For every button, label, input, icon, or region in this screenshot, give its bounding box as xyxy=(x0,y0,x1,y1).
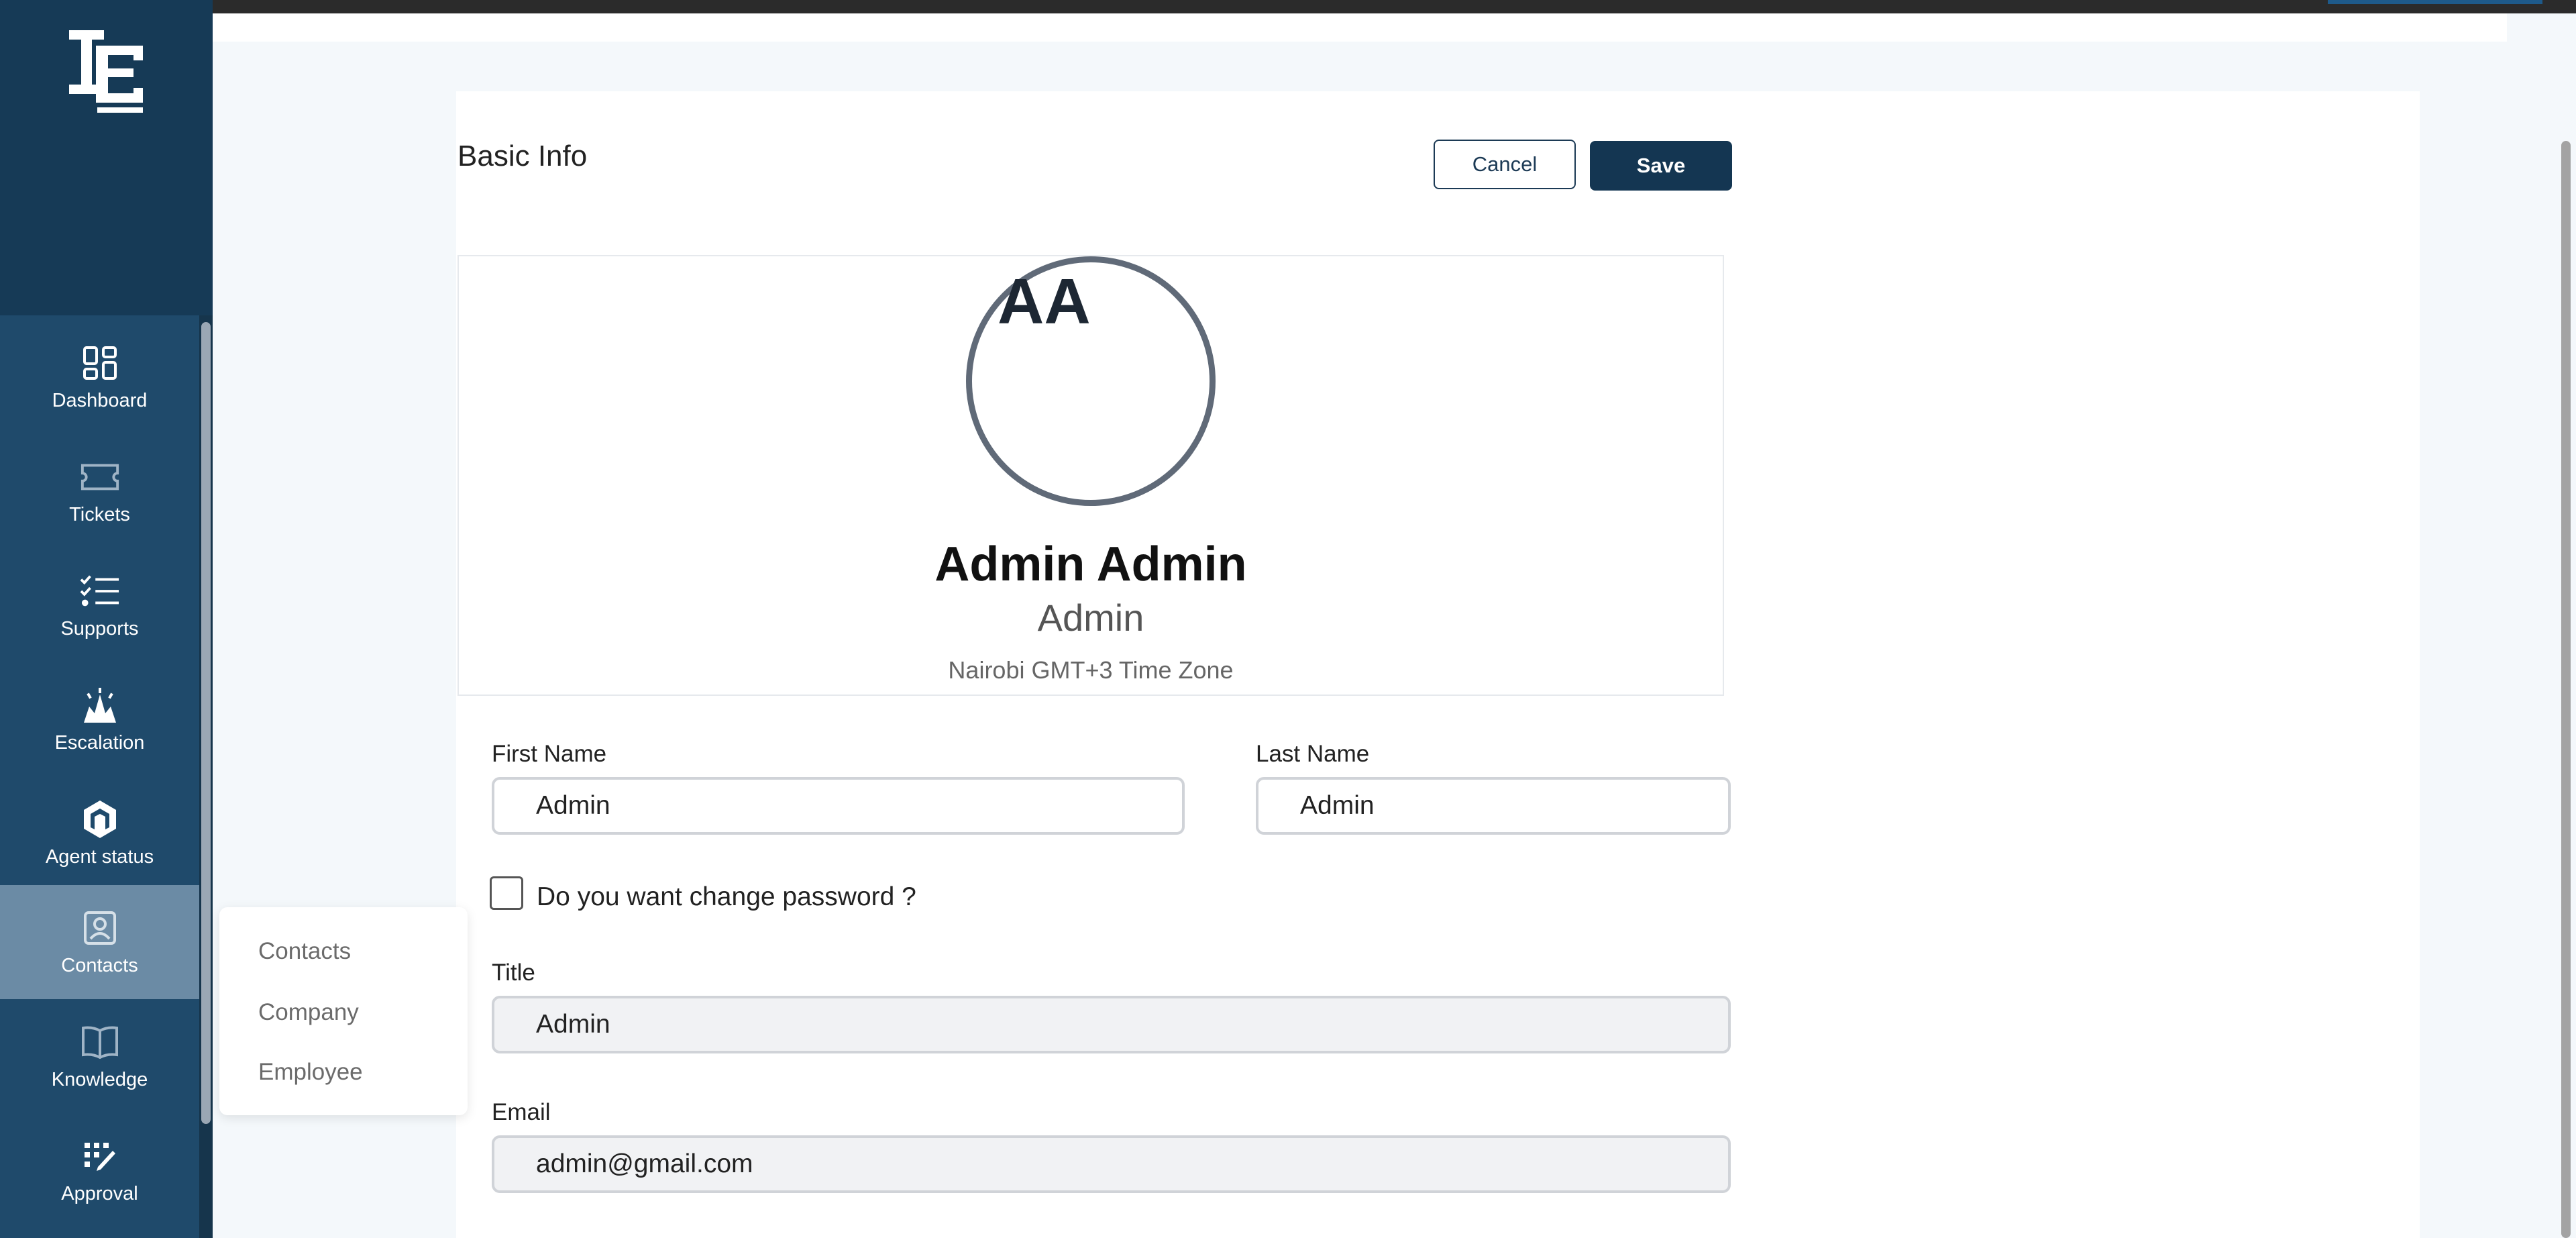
first-name-label: First Name xyxy=(492,741,607,767)
sidebar-item-supports[interactable]: Supports xyxy=(0,548,199,662)
last-name-label: Last Name xyxy=(1256,741,1370,767)
agent-status-icon xyxy=(80,799,120,839)
checklist-icon xyxy=(80,571,120,611)
title-label: Title xyxy=(492,960,535,986)
sidebar-item-label: Approval xyxy=(61,1182,138,1204)
sidebar-item-label: Escalation xyxy=(54,731,145,754)
sidebar-item-label: Tickets xyxy=(69,503,130,525)
page-header-strip xyxy=(213,13,2507,42)
book-icon xyxy=(80,1022,120,1062)
first-name-field[interactable]: Admin xyxy=(492,777,1185,835)
ticket-icon xyxy=(80,457,120,497)
sidebar-item-agent-status[interactable]: Agent status xyxy=(0,776,199,890)
contact-card-icon xyxy=(80,908,120,948)
sidebar-item-label: Dashboard xyxy=(52,389,148,411)
title-field[interactable]: Admin xyxy=(492,996,1731,1053)
sidebar-item-label: Contacts xyxy=(61,954,138,976)
sidebar-item-label: Knowledge xyxy=(51,1068,148,1090)
save-button[interactable]: Save xyxy=(1590,141,1732,191)
submenu-item-contacts[interactable]: Contacts xyxy=(258,938,351,965)
sidebar: Dashboard Tickets Supports Escalation Ag… xyxy=(0,0,213,1238)
top-accent-bar xyxy=(2328,0,2542,4)
cancel-button[interactable]: Cancel xyxy=(1434,140,1576,189)
sidebar-item-dashboard[interactable]: Dashboard xyxy=(0,320,199,434)
approval-icon xyxy=(80,1136,120,1176)
profile-name: Admin Admin xyxy=(934,537,1247,591)
submenu-item-company[interactable]: Company xyxy=(258,999,359,1026)
brand-logo xyxy=(69,30,143,113)
page-scrollbar[interactable] xyxy=(2561,141,2571,1238)
logo-area xyxy=(0,0,213,315)
sidebar-item-approval[interactable]: Approval xyxy=(0,1113,199,1227)
dashboard-grid-icon xyxy=(80,343,120,383)
email-label: Email xyxy=(492,1099,551,1125)
change-password-checkbox[interactable] xyxy=(490,876,523,910)
section-title: Basic Info xyxy=(458,140,588,172)
sidebar-item-label: Agent status xyxy=(45,845,154,868)
change-password-label: Do you want change password ? xyxy=(537,882,916,911)
email-field[interactable]: admin@gmail.com xyxy=(492,1135,1731,1193)
browser-top-bar xyxy=(0,0,2576,13)
avatar-initials: AA xyxy=(998,266,1091,338)
last-name-field[interactable]: Admin xyxy=(1256,777,1731,835)
sidebar-item-tickets[interactable]: Tickets xyxy=(0,434,199,548)
sidebar-item-escalation[interactable]: Escalation xyxy=(0,662,199,776)
sidebar-item-contacts[interactable]: Contacts xyxy=(0,885,199,999)
profile-timezone: Nairobi GMT+3 Time Zone xyxy=(948,656,1234,684)
sidebar-item-label: Supports xyxy=(60,617,139,639)
escalation-icon xyxy=(80,685,120,725)
submenu-item-employee[interactable]: Employee xyxy=(258,1059,363,1086)
sidebar-scrollbar[interactable] xyxy=(201,322,211,1124)
sidebar-item-knowledge[interactable]: Knowledge xyxy=(0,999,199,1113)
profile-role: Admin xyxy=(1037,597,1144,639)
